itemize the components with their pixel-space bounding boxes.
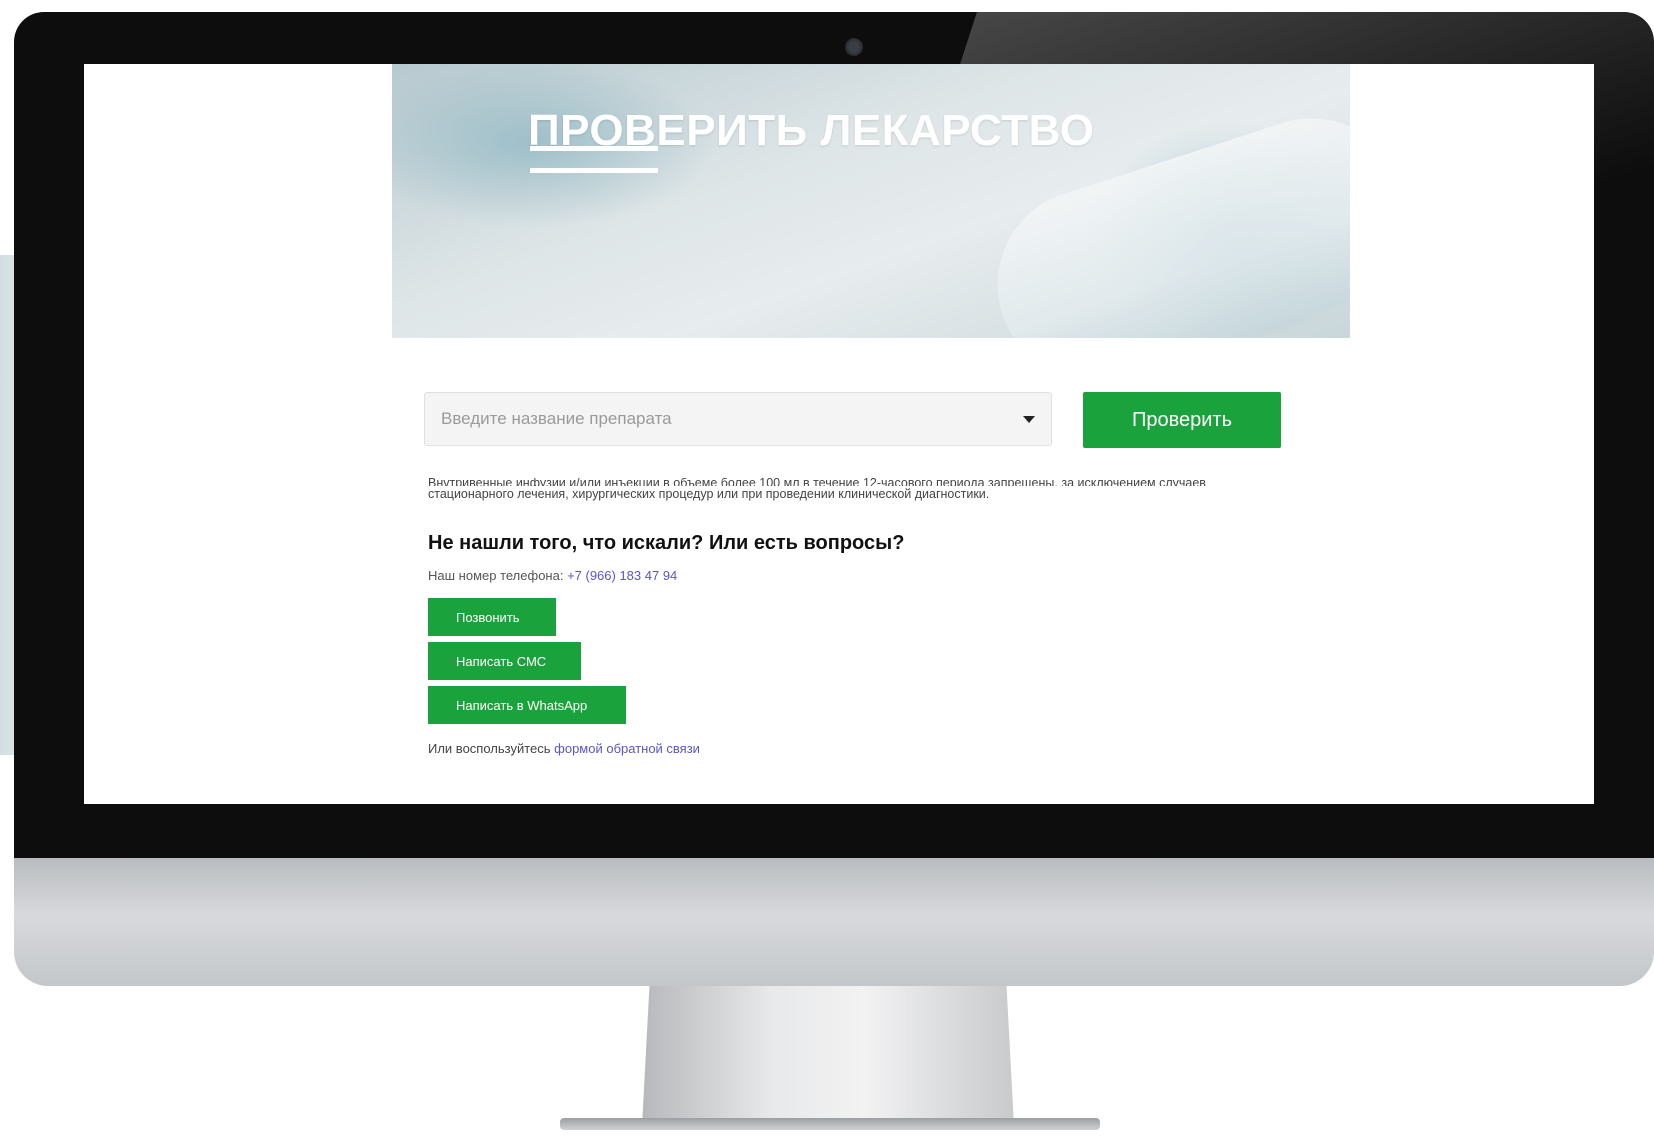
sms-button[interactable]: Написать СМС xyxy=(428,642,581,680)
call-button[interactable]: Позвонить xyxy=(428,598,556,636)
phone-link[interactable]: +7 (966) 183 47 94 xyxy=(567,568,677,583)
check-button[interactable]: Проверить xyxy=(1083,392,1281,448)
title-underline xyxy=(530,168,658,173)
drug-select-placeholder: Введите название препарата xyxy=(441,409,672,428)
monitor-stand xyxy=(642,986,1014,1126)
title-underline xyxy=(530,146,658,151)
drug-name-select[interactable]: Введите название препарата xyxy=(424,392,1052,446)
whatsapp-button[interactable]: Написать в WhatsApp xyxy=(428,686,626,724)
phone-line: Наш номер телефона: +7 (966) 183 47 94 xyxy=(428,568,677,583)
feedback-prefix: Или воспользуйтесь xyxy=(428,741,555,756)
notice-text: Внутривенные инфузии и/или инъекции в об… xyxy=(428,478,1308,502)
search-row: Введите название препарата Проверить xyxy=(424,392,1284,448)
monitor-screen: ПРОВЕРИТЬ ЛЕКАРСТВО Введите название пре… xyxy=(84,64,1594,804)
camera-icon xyxy=(845,38,863,56)
hero-banner: ПРОВЕРИТЬ ЛЕКАРСТВО xyxy=(392,64,1350,338)
monitor-stand-base xyxy=(560,1118,1100,1130)
feedback-form-link[interactable]: формой обратной связи xyxy=(554,741,700,756)
monitor-chin xyxy=(14,858,1654,986)
phone-label: Наш номер телефона: xyxy=(428,568,568,583)
chevron-down-icon[interactable] xyxy=(1023,416,1035,423)
notice-line-2: стационарного лечения, хирургических про… xyxy=(428,487,990,501)
feedback-line: Или воспользуйтесь формой обратной связи xyxy=(428,741,700,756)
contact-heading: Не нашли того, что искали? Или есть вопр… xyxy=(428,532,905,554)
notice-line-1: Внутривенные инфузии и/или инъекции в об… xyxy=(428,478,1206,486)
